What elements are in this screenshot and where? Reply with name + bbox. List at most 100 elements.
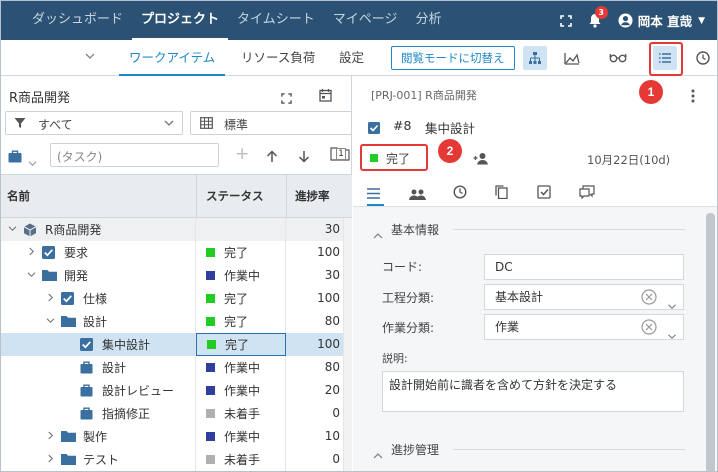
- members-tab-icon[interactable]: [409, 185, 426, 204]
- nav-dashboard[interactable]: ダッシュボード: [23, 1, 132, 40]
- glasses-icon[interactable]: [606, 46, 630, 70]
- column-header-status[interactable]: ステータス: [206, 175, 264, 218]
- notification-bell-icon[interactable]: 3: [588, 6, 608, 28]
- detail-tab-bar: [353, 179, 717, 207]
- chevron-down-icon[interactable]: [85, 50, 95, 63]
- code-label: コード:: [382, 260, 423, 274]
- table-row[interactable]: 製作 作業中 10: [1, 425, 352, 448]
- annotation-marker-1: 1: [639, 80, 663, 104]
- column-header-name[interactable]: 名前: [7, 175, 30, 218]
- chevron-up-icon[interactable]: [373, 444, 383, 463]
- schedule-date[interactable]: 10月22日(10d): [587, 152, 670, 168]
- table-row[interactable]: 指摘修正 未着手 0: [1, 402, 352, 425]
- description-field[interactable]: 設計開始前に識者を含めて方針を決定する: [382, 371, 684, 412]
- row-status: 完了: [225, 338, 250, 352]
- row-name-cell: 製作: [1, 425, 196, 448]
- chevron-up-icon[interactable]: [373, 224, 383, 243]
- more-options-icon[interactable]: [691, 88, 695, 107]
- expand-icon[interactable]: [281, 89, 292, 108]
- copy-tab-icon[interactable]: [495, 184, 508, 203]
- chevron-down-icon[interactable]: [5, 224, 19, 235]
- comments-tab-icon[interactable]: [579, 184, 595, 203]
- fullscreen-icon[interactable]: [559, 14, 572, 27]
- chart-icon[interactable]: [560, 46, 584, 70]
- code-field[interactable]: DC: [484, 254, 684, 280]
- chevron-right-icon[interactable]: [43, 431, 57, 443]
- task-input[interactable]: (タスク): [50, 143, 219, 167]
- tab-resource-load[interactable]: リソース負荷: [241, 40, 315, 76]
- folder-date-icon[interactable]: 1: [330, 146, 350, 165]
- status-color-dot: [207, 340, 216, 349]
- clear-icon[interactable]: [641, 289, 657, 313]
- chevron-down-icon[interactable]: [24, 270, 38, 281]
- table-row[interactable]: 設計 作業中 80: [1, 356, 352, 379]
- row-name-cell: 要求: [1, 241, 196, 264]
- status-color-dot: [206, 317, 215, 326]
- row-status-cell[interactable]: 完了: [196, 333, 286, 356]
- folder-icon: [42, 269, 57, 283]
- arrow-up-icon[interactable]: [266, 148, 278, 167]
- row-progress: 20: [324, 383, 340, 397]
- add-icon[interactable]: +: [235, 146, 249, 163]
- arrow-down-icon[interactable]: [298, 148, 310, 167]
- table-row[interactable]: テスト 未着手 0: [1, 448, 352, 471]
- chevron-right-icon[interactable]: [43, 454, 57, 466]
- row-status-cell[interactable]: 完了: [196, 287, 286, 310]
- row-status-cell[interactable]: [196, 218, 286, 241]
- folder-icon: [61, 430, 76, 444]
- view-select[interactable]: 標準: [190, 111, 352, 135]
- user-menu[interactable]: 岡本 直哉 ▼: [618, 11, 705, 30]
- row-status-cell[interactable]: 完了: [196, 241, 286, 264]
- table-row[interactable]: 要求 完了 100: [1, 241, 352, 264]
- detail-scrollbar[interactable]: [706, 213, 715, 471]
- chevron-right-icon[interactable]: [43, 293, 57, 305]
- column-divider: [286, 175, 287, 218]
- row-progress: 80: [324, 314, 340, 328]
- hierarchy-icon[interactable]: [523, 46, 547, 70]
- section-progress-title: 進捗管理: [391, 443, 440, 457]
- tab-settings[interactable]: 設定: [339, 40, 364, 76]
- chevron-right-icon[interactable]: [24, 247, 38, 259]
- row-status-cell[interactable]: 作業中: [196, 264, 286, 287]
- highlight-box-2: [360, 144, 428, 171]
- table-row[interactable]: 仕様 完了 100: [1, 287, 352, 310]
- column-header-progress[interactable]: 進捗率: [295, 175, 330, 218]
- assign-user-icon[interactable]: [473, 150, 489, 169]
- nav-mypage[interactable]: マイページ: [324, 1, 407, 40]
- calendar-icon[interactable]: [319, 87, 332, 106]
- process-select[interactable]: 基本設計: [484, 284, 684, 310]
- nav-timesheet[interactable]: タイムシート: [228, 1, 324, 40]
- row-status-cell[interactable]: 完了: [196, 310, 286, 333]
- switch-view-mode-button[interactable]: 閲覧モードに切替え: [391, 46, 515, 70]
- row-status-cell[interactable]: 未着手: [196, 448, 286, 471]
- grid-view-icon: [200, 117, 213, 132]
- clock-icon[interactable]: [691, 46, 715, 70]
- table-row[interactable]: 開発 作業中 30: [1, 264, 352, 287]
- nav-project[interactable]: プロジェクト: [132, 1, 229, 40]
- row-status-cell[interactable]: 作業中: [196, 356, 286, 379]
- chevron-down-icon[interactable]: [28, 152, 37, 171]
- highlight-box-1: [649, 42, 683, 76]
- chevron-down-icon[interactable]: [43, 316, 57, 327]
- vertical-scrollbar[interactable]: [343, 218, 352, 471]
- row-status-cell[interactable]: 作業中: [196, 379, 286, 402]
- briefcase-icon[interactable]: [8, 148, 22, 167]
- tab-work-items[interactable]: ワークアイテム: [119, 40, 226, 76]
- row-status-cell[interactable]: 未着手: [196, 402, 286, 425]
- chevron-down-icon[interactable]: [667, 324, 677, 348]
- row-status: 作業中: [224, 430, 261, 444]
- work-category-select[interactable]: 作業: [484, 314, 684, 340]
- date-badge: 1: [336, 148, 346, 160]
- details-tab-icon[interactable]: [367, 184, 384, 206]
- checklist-tab-icon[interactable]: [537, 184, 551, 203]
- table-row[interactable]: 集中設計 完了 100: [1, 333, 352, 356]
- filter-select[interactable]: すべて: [5, 111, 183, 135]
- task-input-placeholder: (タスク): [57, 150, 103, 164]
- clear-icon[interactable]: [641, 319, 657, 343]
- row-status-cell[interactable]: 作業中: [196, 425, 286, 448]
- table-row[interactable]: R商品開発 30: [1, 218, 352, 241]
- table-row[interactable]: 設計 完了 80: [1, 310, 352, 333]
- table-row[interactable]: 設計レビュー 作業中 20: [1, 379, 352, 402]
- nav-analysis[interactable]: 分析: [407, 1, 451, 40]
- progress-time-tab-icon[interactable]: [453, 184, 468, 203]
